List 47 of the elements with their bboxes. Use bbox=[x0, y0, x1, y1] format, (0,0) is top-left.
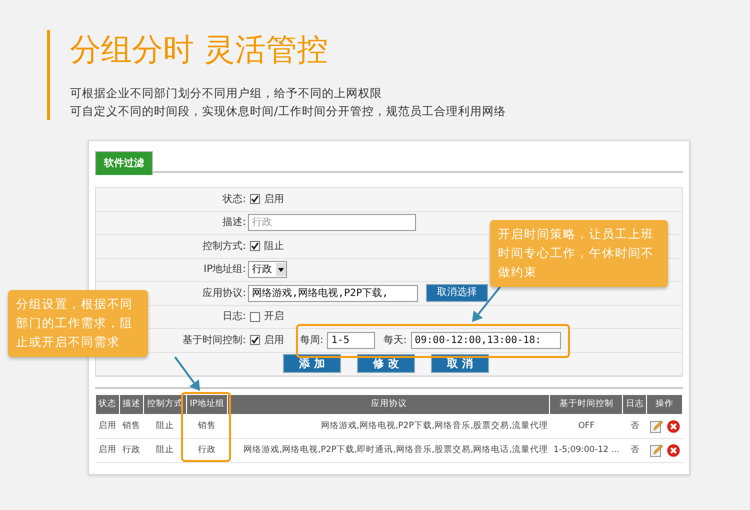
column-header: IP地址组 bbox=[186, 394, 228, 414]
column-header: 应用协议 bbox=[228, 394, 550, 414]
checkbox-label: 启用 bbox=[264, 334, 284, 348]
field-label: 每天: bbox=[383, 334, 407, 348]
table-cell: 网络游戏,网络电视,P2P下载,即时通讯,网络音乐,股票交易,网络电话,流量代理 bbox=[228, 438, 550, 462]
page-title: 分组分时 灵活管控 bbox=[70, 31, 329, 70]
select-field[interactable]: 行政 bbox=[248, 261, 287, 278]
table-cell: 1-5;09:00-12 ... bbox=[550, 438, 623, 462]
table-cell: 否 bbox=[622, 414, 647, 438]
table-cell: 启用 bbox=[96, 414, 120, 438]
field-label: 应用协议: bbox=[202, 288, 246, 299]
input-field[interactable]: 09:00-12:00,13:00-18: bbox=[410, 332, 561, 349]
table-cell: 行政 bbox=[120, 438, 144, 462]
table-cell: 阻止 bbox=[144, 414, 186, 438]
field-label: 控制方式: bbox=[202, 240, 246, 252]
table-cell: 阻止 bbox=[144, 438, 186, 462]
table-cell: 销售 bbox=[186, 414, 228, 438]
input-field[interactable]: 1-5 bbox=[327, 332, 376, 349]
checkbox-label: 开启 bbox=[264, 310, 284, 324]
table-cell: 销售 bbox=[120, 414, 144, 438]
table-cell: 行政 bbox=[186, 438, 228, 462]
table-cell: OFF bbox=[550, 414, 623, 438]
column-header: 日志 bbox=[622, 394, 647, 414]
callout: 开启时间策略，让员工上班时间专心工作，午休时间不做约束 bbox=[490, 220, 668, 287]
field-label: 描述: bbox=[222, 217, 246, 228]
description-line: 可根据企业不同部门划分不同用户组，给予不同的上网权限 bbox=[70, 85, 383, 102]
table-cell: 否 bbox=[622, 438, 647, 462]
field-label: 每周: bbox=[300, 334, 324, 348]
checkbox-label: 启用 bbox=[264, 192, 284, 207]
column-header: 操作 bbox=[646, 394, 682, 414]
field-label: 基于时间控制: bbox=[182, 334, 246, 346]
column-header: 描述 bbox=[120, 394, 144, 414]
deselect-button[interactable]: 取消选择 bbox=[426, 284, 488, 302]
callout: 分组设置，根据不同部门的工作需求，阻止或开启不同需求 bbox=[8, 290, 148, 357]
table-cell: 网络游戏,网络电视,P2P下载,网络音乐,股票交易,流量代理 bbox=[228, 414, 550, 438]
field-label: 日志: bbox=[222, 311, 246, 322]
column-header: 状态 bbox=[96, 394, 120, 414]
field-label: 状态: bbox=[222, 194, 246, 205]
action-button[interactable]: 添 加 bbox=[283, 354, 341, 374]
input-field[interactable]: 网络游戏,网络电视,P2P下载, bbox=[248, 284, 418, 302]
tab[interactable]: 软件过滤 bbox=[95, 151, 153, 175]
checkbox-label: 阻止 bbox=[264, 240, 284, 254]
description-line: 可自定义不同的时间段，实现休息时间/工作时间分开管控，规范员工合理利用网络 bbox=[70, 103, 507, 120]
input-field[interactable]: 行政 bbox=[248, 214, 416, 232]
column-header: 基于时间控制 bbox=[550, 394, 623, 414]
table-cell: 启用 bbox=[96, 438, 120, 462]
field-label: IP地址组: bbox=[204, 264, 246, 276]
